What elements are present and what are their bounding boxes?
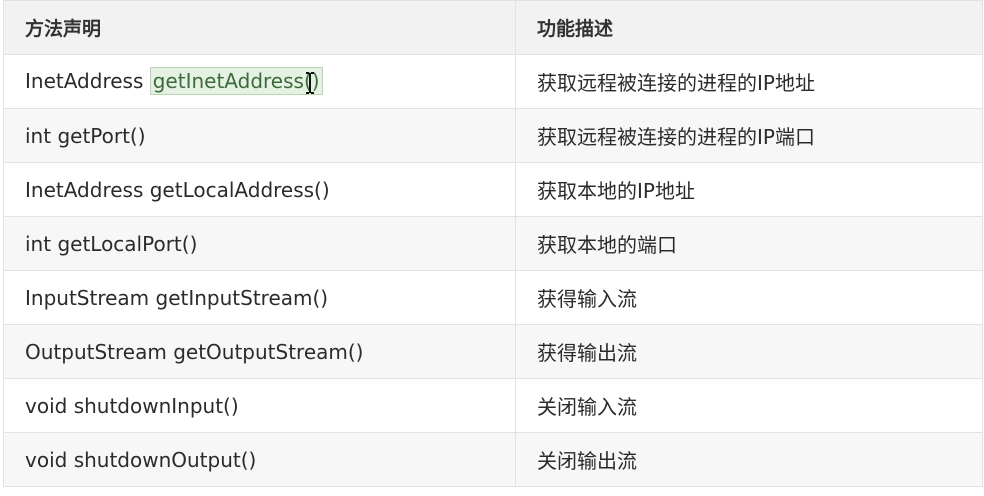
method-cell[interactable]: int getLocalPort()	[3, 216, 516, 271]
method-cell[interactable]: OutputStream getOutputStream()	[3, 324, 516, 379]
method-name: getLocalAddress()	[149, 177, 330, 202]
method-cell[interactable]: InputStream getInputStream()	[3, 270, 516, 325]
return-type: InetAddress	[25, 177, 144, 202]
table-header-row: 方法声明 功能描述	[3, 0, 983, 55]
method-cell[interactable]: InetAddress getLocalAddress()	[3, 162, 516, 217]
table-row: void shutdownInput() 关闭输入流	[3, 378, 983, 433]
methods-table: 方法声明 功能描述 InetAddress getInetAddress() 获…	[3, 0, 983, 487]
method-cell[interactable]: InetAddress getInetAddress()	[3, 54, 516, 109]
method-name: getInputStream()	[155, 285, 329, 310]
text-cursor-icon	[305, 71, 315, 94]
return-type: int	[25, 123, 52, 148]
return-type: void	[25, 447, 68, 472]
description-cell: 获取本地的IP地址	[515, 162, 983, 217]
method-cell[interactable]: int getPort()	[3, 108, 516, 163]
method-name: shutdownInput()	[73, 393, 239, 418]
page: 方法声明 功能描述 InetAddress getInetAddress() 获…	[0, 0, 984, 496]
table-row: int getPort() 获取远程被连接的进程的IP端口	[3, 108, 983, 163]
method-name: getPort()	[57, 123, 146, 148]
description-cell: 获取远程被连接的进程的IP地址	[515, 54, 983, 109]
header-method-declaration: 方法声明	[3, 0, 516, 55]
header-function-description: 功能描述	[515, 0, 983, 55]
table-row: void shutdownOutput() 关闭输出流	[3, 432, 983, 487]
table-row: InetAddress getInetAddress() 获取远程被连接的进程的…	[3, 54, 983, 109]
description-cell: 获取本地的端口	[515, 216, 983, 271]
description-cell: 获取远程被连接的进程的IP端口	[515, 108, 983, 163]
return-type: InputStream	[25, 285, 150, 310]
method-cell[interactable]: void shutdownOutput()	[3, 432, 516, 487]
return-type: OutputStream	[25, 339, 167, 364]
return-type: int	[25, 231, 52, 256]
method-name: shutdownOutput()	[73, 447, 257, 472]
selected-method-name[interactable]: getInetAddress()	[149, 67, 323, 96]
description-cell: 关闭输入流	[515, 378, 983, 433]
description-cell: 获得输出流	[515, 324, 983, 379]
method-cell[interactable]: void shutdownInput()	[3, 378, 516, 433]
table-row: OutputStream getOutputStream() 获得输出流	[3, 324, 983, 379]
return-type: void	[25, 393, 68, 418]
description-cell: 获得输入流	[515, 270, 983, 325]
method-name: getOutputStream()	[173, 339, 364, 364]
table-row: InetAddress getLocalAddress() 获取本地的IP地址	[3, 162, 983, 217]
return-type: InetAddress	[25, 69, 144, 94]
table-row: int getLocalPort() 获取本地的端口	[3, 216, 983, 271]
method-name: getLocalPort()	[57, 231, 198, 256]
table-row: InputStream getInputStream() 获得输入流	[3, 270, 983, 325]
description-cell: 关闭输出流	[515, 432, 983, 487]
